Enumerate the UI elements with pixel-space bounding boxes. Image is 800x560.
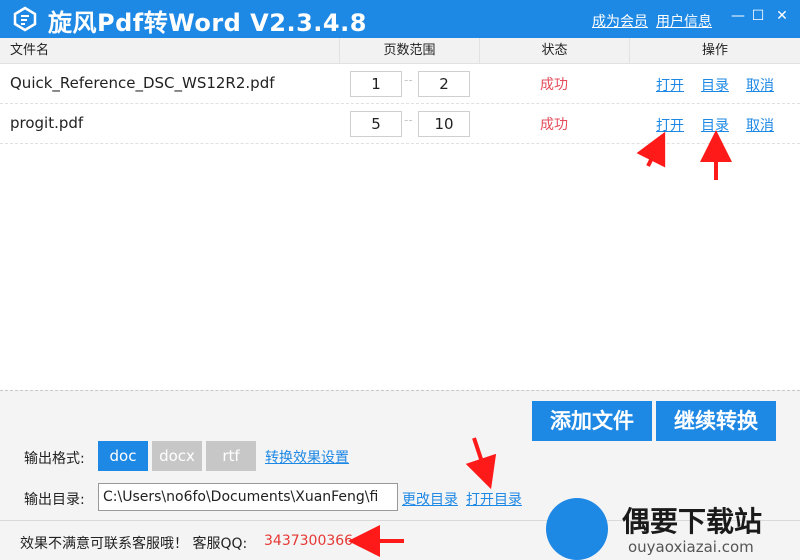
- open-directory-link[interactable]: 目录: [701, 115, 729, 135]
- watermark-logo-icon: [546, 498, 608, 560]
- page-to-input[interactable]: [418, 111, 470, 137]
- output-dir-input[interactable]: [98, 483, 398, 511]
- minimize-icon[interactable]: —: [728, 6, 748, 26]
- column-header-ops: 操作: [701, 43, 728, 58]
- format-doc-button[interactable]: doc: [98, 441, 148, 471]
- app-logo-icon: [13, 6, 37, 32]
- column-header-range: 页数范围: [340, 38, 480, 64]
- format-rtf-button[interactable]: rtf: [206, 441, 256, 471]
- table-row: progit.pdf -- 成功 打开 目录 取消: [0, 104, 800, 144]
- table-row: Quick_Reference_DSC_WS12R2.pdf -- 成功 打开 …: [0, 64, 800, 104]
- page-from-input[interactable]: [350, 111, 402, 137]
- footer-contact-text: 效果不满意可联系客服哦！ 客服QQ:: [20, 536, 248, 552]
- maximize-icon[interactable]: ☐: [748, 6, 768, 26]
- title-bar: 旋风Pdf转Word V2.3.4.8 成为会员 用户信息 — ☐ ✕: [0, 0, 800, 38]
- effect-settings-link[interactable]: 转换效果设置: [265, 447, 349, 467]
- open-file-link[interactable]: 打开: [656, 115, 684, 135]
- open-directory-link[interactable]: 目录: [701, 75, 729, 95]
- open-dir-link[interactable]: 打开目录: [466, 489, 522, 509]
- app-title: 旋风Pdf转Word V2.3.4.8: [48, 9, 367, 37]
- open-file-link[interactable]: 打开: [656, 75, 684, 95]
- continue-convert-button[interactable]: 继续转换: [656, 401, 776, 441]
- change-dir-link[interactable]: 更改目录: [402, 489, 458, 509]
- page-from-input[interactable]: [350, 71, 402, 97]
- output-format-label: 输出格式:: [24, 451, 85, 467]
- cancel-link[interactable]: 取消: [746, 75, 774, 95]
- column-header-file: 文件名: [0, 38, 340, 64]
- page-to-input[interactable]: [418, 71, 470, 97]
- range-separator: --: [404, 113, 413, 127]
- become-member-link[interactable]: 成为会员: [592, 11, 648, 31]
- output-dir-label: 输出目录:: [24, 492, 85, 508]
- user-info-link[interactable]: 用户信息: [656, 11, 712, 31]
- cancel-link[interactable]: 取消: [746, 115, 774, 135]
- table-header: 文件名 页数范围 状态 操作: [0, 38, 800, 64]
- status-text: 成功: [540, 117, 568, 133]
- file-name: progit.pdf: [10, 114, 84, 132]
- file-name: Quick_Reference_DSC_WS12R2.pdf: [10, 74, 275, 92]
- watermark-title: 偶要下载站: [622, 505, 763, 538]
- range-separator: --: [404, 73, 413, 87]
- footer-qq-number: 3437300366: [264, 533, 354, 549]
- column-header-status: 状态: [480, 38, 630, 64]
- format-docx-button[interactable]: docx: [152, 441, 202, 471]
- close-icon[interactable]: ✕: [772, 6, 792, 26]
- annotation-arrow: [636, 131, 666, 168]
- status-text: 成功: [540, 77, 568, 93]
- add-file-button[interactable]: 添加文件: [532, 401, 652, 441]
- watermark-subtitle: ouyaoxiazai.com: [628, 538, 754, 556]
